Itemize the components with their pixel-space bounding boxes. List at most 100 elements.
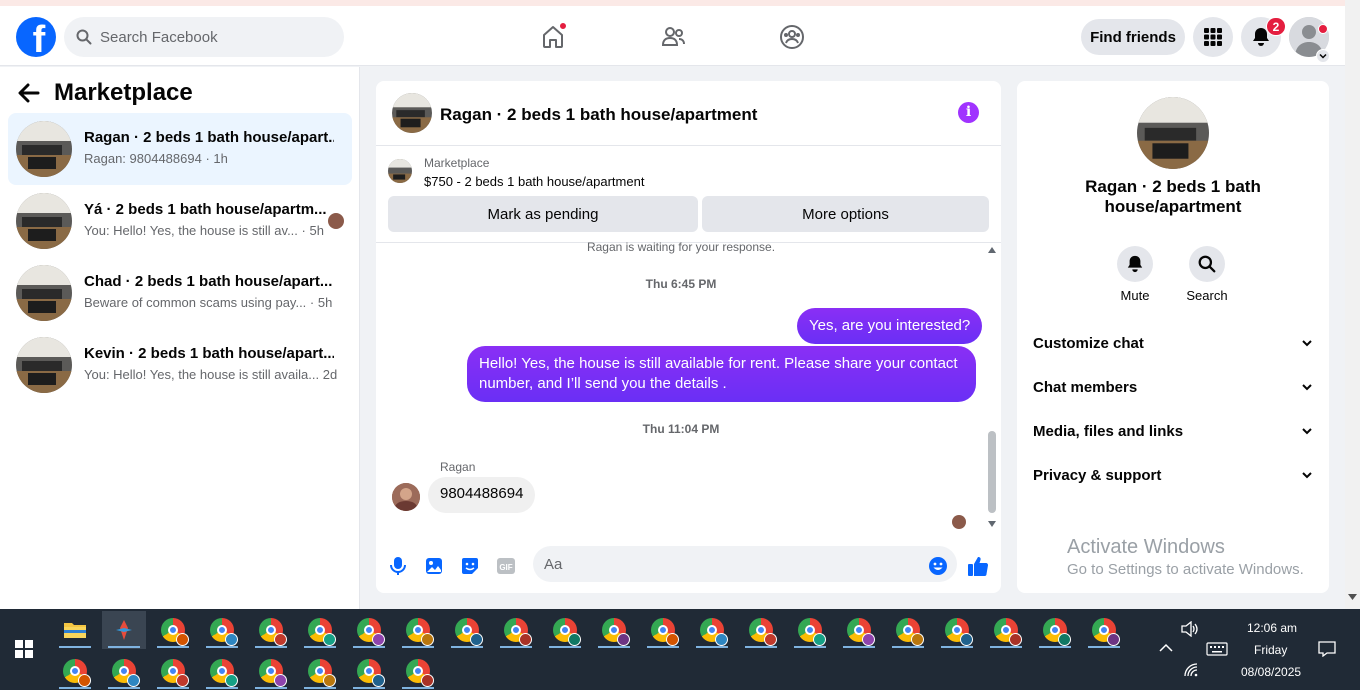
conversation-item[interactable]: Yá · 2 beds 1 bath house/apartm... You: … (8, 185, 352, 257)
conversation-item[interactable]: Ragan · 2 beds 1 bath house/apart... Rag… (8, 113, 352, 185)
chrome-taskbar-button[interactable] (592, 611, 636, 649)
search-action[interactable]: Search (1177, 246, 1237, 303)
chrome-taskbar-button[interactable] (494, 611, 538, 649)
chrome-taskbar-button[interactable] (739, 611, 783, 649)
chrome-taskbar-button[interactable] (347, 611, 391, 649)
chrome-taskbar-button[interactable] (298, 611, 342, 649)
menu-button[interactable] (1193, 17, 1233, 57)
chat-members-section[interactable]: Chat members (1033, 375, 1313, 399)
like-button[interactable] (966, 554, 990, 578)
chrome-taskbar-button[interactable] (788, 611, 832, 649)
chrome-taskbar-button[interactable] (641, 611, 685, 649)
section-label: Media, files and links (1033, 422, 1184, 440)
chrome-taskbar-button[interactable] (151, 611, 195, 649)
message-list[interactable]: Ragan is waiting for your response. Thu … (376, 240, 1001, 532)
chrome-taskbar-button[interactable] (984, 611, 1028, 649)
account-notification-dot (1318, 24, 1328, 34)
outgoing-message[interactable]: Hello! Yes, the house is still available… (467, 346, 976, 402)
attach-photo-button[interactable] (422, 554, 446, 578)
privacy-support-section[interactable]: Privacy & support (1033, 463, 1313, 487)
listing-photo (16, 337, 72, 393)
chrome-taskbar-button[interactable] (151, 652, 195, 690)
message-input[interactable] (533, 546, 957, 582)
groups-icon (780, 25, 804, 49)
chat-title[interactable]: Ragan · 2 beds 1 bath house/apartment (440, 105, 757, 125)
listing-photo (16, 193, 72, 249)
groups-tab[interactable] (777, 22, 807, 52)
outgoing-message[interactable]: Yes, are you interested? (797, 308, 983, 344)
microphone-icon (390, 557, 406, 575)
chrome-taskbar-button[interactable] (298, 652, 342, 690)
clock-date[interactable]: 08/08/2025 (1241, 665, 1301, 679)
timestamp: Thu 6:45 PM (645, 277, 717, 291)
seen-avatar (328, 213, 344, 229)
top-navigation-bar: f Find friends 2 (0, 6, 1345, 66)
sender-avatar[interactable] (392, 483, 420, 511)
chrome-taskbar-button[interactable] (200, 611, 244, 649)
chrome-taskbar-button[interactable] (543, 611, 587, 649)
start-button[interactable] (2, 630, 46, 668)
chevron-down-icon (1302, 384, 1312, 391)
home-tab[interactable] (538, 22, 568, 52)
page-scrollbar[interactable] (1345, 0, 1360, 609)
file-explorer-taskbar-button[interactable] (53, 611, 97, 649)
chat-scroll-thumb[interactable] (988, 431, 996, 513)
notification-center-icon[interactable] (1318, 641, 1336, 660)
find-friends-button[interactable]: Find friends (1081, 19, 1185, 55)
marketplace-label: Marketplace (424, 156, 490, 170)
chrome-taskbar-button[interactable] (249, 611, 293, 649)
conversation-info-panel: Ragan · 2 beds 1 bath house/apartment Mu… (1017, 81, 1329, 593)
conversation-title: Ragan · 2 beds 1 bath house/apart... (84, 129, 334, 146)
back-arrow-icon[interactable] (18, 83, 40, 103)
chrome-taskbar-button[interactable] (347, 652, 391, 690)
chrome-taskbar-button[interactable] (200, 652, 244, 690)
chrome-taskbar-button[interactable] (102, 652, 146, 690)
chrome-taskbar-button[interactable] (445, 611, 489, 649)
incoming-message[interactable]: 9804488694 (428, 477, 536, 513)
chrome-icon (1092, 618, 1120, 646)
customize-chat-section[interactable]: Customize chat (1033, 331, 1313, 355)
account-chevron-icon[interactable] (1316, 49, 1330, 63)
chrome-taskbar-button[interactable] (690, 611, 734, 649)
chrome-taskbar-button[interactable] (886, 611, 930, 649)
mark-as-pending-button[interactable]: Mark as pending (388, 196, 698, 232)
clock-time[interactable]: 12:06 am (1247, 621, 1297, 635)
info-icon[interactable]: i (958, 102, 979, 123)
watermark-line-2: Go to Settings to activate Windows. (1067, 561, 1304, 578)
emoji-button[interactable] (926, 554, 950, 578)
conversation-item[interactable]: Kevin · 2 beds 1 bath house/apart... You… (8, 329, 352, 401)
wifi-icon[interactable] (1184, 663, 1198, 680)
windows-taskbar: 12:06 am Friday 08/08/2025 (0, 609, 1360, 690)
chrome-taskbar-button[interactable] (1082, 611, 1126, 649)
chrome-taskbar-button[interactable] (396, 611, 440, 649)
chrome-icon (749, 618, 777, 646)
chrome-icon (896, 618, 924, 646)
search-box[interactable] (64, 17, 344, 57)
clock-day[interactable]: Friday (1254, 643, 1287, 657)
keyboard-icon[interactable] (1206, 642, 1228, 659)
sticker-icon (462, 558, 478, 574)
chat-scrollbar[interactable] (986, 247, 998, 529)
listing-thumbnail (388, 159, 412, 183)
sticker-button[interactable] (458, 554, 482, 578)
chrome-taskbar-button[interactable] (935, 611, 979, 649)
friends-tab[interactable] (658, 22, 688, 52)
search-input[interactable] (100, 28, 320, 46)
chrome-taskbar-button[interactable] (396, 652, 440, 690)
app-taskbar-button[interactable] (102, 611, 146, 649)
chrome-taskbar-button[interactable] (1033, 611, 1077, 649)
listing-price[interactable]: $750 - 2 beds 1 bath house/apartment (424, 174, 644, 189)
voice-clip-button[interactable] (386, 554, 410, 578)
media-files-links-section[interactable]: Media, files and links (1033, 419, 1313, 443)
volume-icon[interactable] (1181, 620, 1199, 640)
chrome-taskbar-button[interactable] (249, 652, 293, 690)
conversation-item[interactable]: Chad · 2 beds 1 bath house/apart... Bewa… (8, 257, 352, 329)
chevron-up-icon[interactable] (1159, 642, 1173, 656)
chrome-taskbar-button[interactable] (53, 652, 97, 690)
more-options-button[interactable]: More options (702, 196, 989, 232)
facebook-logo[interactable]: f (16, 17, 56, 57)
chrome-taskbar-button[interactable] (837, 611, 881, 649)
chrome-icon (161, 618, 189, 646)
gif-button[interactable]: GIF (494, 554, 518, 578)
mute-action[interactable]: Mute (1105, 246, 1165, 303)
